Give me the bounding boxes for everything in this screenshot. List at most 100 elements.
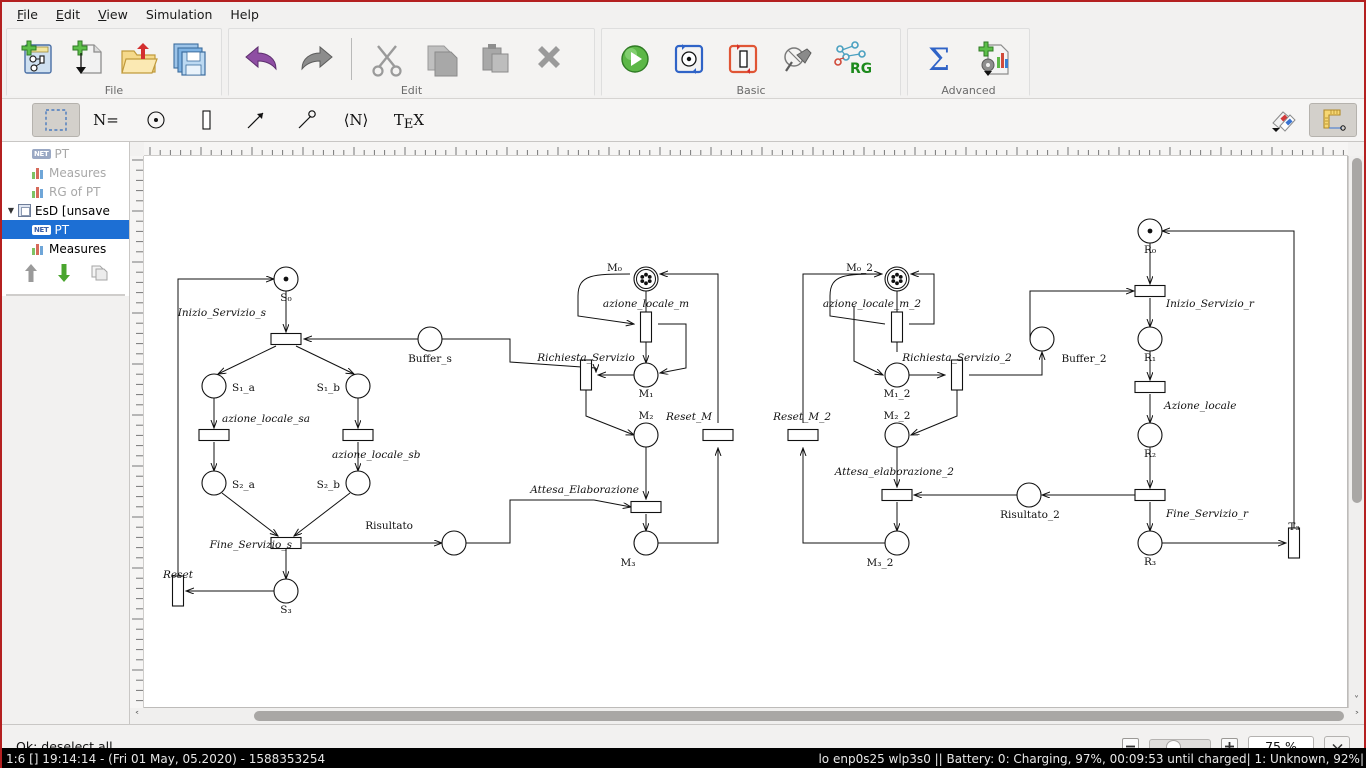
- arc[interactable]: [585, 389, 634, 435]
- place[interactable]: [201, 470, 227, 496]
- vertical-ruler[interactable]: [130, 155, 144, 709]
- transition[interactable]: [890, 311, 904, 343]
- arc[interactable]: [466, 499, 631, 544]
- place[interactable]: [1137, 218, 1163, 244]
- place[interactable]: [633, 422, 659, 448]
- place[interactable]: [884, 422, 910, 448]
- tree-item-rg-of-pt[interactable]: RG of PT: [2, 182, 129, 201]
- place[interactable]: [417, 326, 443, 352]
- arc[interactable]: [221, 492, 278, 536]
- transition[interactable]: [1134, 380, 1166, 393]
- save-button[interactable]: [165, 33, 216, 85]
- transition[interactable]: [1134, 488, 1166, 501]
- place[interactable]: [1137, 530, 1163, 556]
- place[interactable]: [884, 530, 910, 556]
- arc[interactable]: [658, 323, 687, 373]
- transition[interactable]: [881, 488, 913, 501]
- play-button[interactable]: [608, 33, 662, 85]
- canvas-vertical-scrollbar[interactable]: ˅: [1348, 155, 1364, 709]
- transition[interactable]: [342, 428, 374, 441]
- copy-button[interactable]: [414, 33, 468, 85]
- horizontal-scroll-track[interactable]: [144, 709, 1350, 723]
- move-up-button[interactable]: [23, 263, 39, 287]
- reachability-graph-button[interactable]: RG: [824, 33, 878, 85]
- transition-tool[interactable]: [182, 103, 230, 137]
- place[interactable]: [201, 373, 227, 399]
- transition[interactable]: [639, 311, 653, 343]
- place[interactable]: [884, 362, 910, 388]
- delete-button[interactable]: [522, 33, 576, 85]
- tree-item-pt-selected[interactable]: NET PT: [2, 220, 129, 239]
- vertical-scroll-thumb[interactable]: [1352, 157, 1362, 503]
- arc[interactable]: [218, 345, 277, 374]
- menu-help[interactable]: Help: [221, 4, 268, 25]
- place[interactable]: [1137, 326, 1163, 352]
- transition[interactable]: [198, 428, 230, 441]
- ruler-tool[interactable]: [1309, 103, 1357, 137]
- move-down-button[interactable]: [56, 263, 72, 287]
- horizontal-ruler[interactable]: [144, 142, 1348, 156]
- redo-button[interactable]: [289, 33, 343, 85]
- cut-button[interactable]: [360, 33, 414, 85]
- measures-button[interactable]: Σ: [914, 33, 968, 85]
- color-class-tool[interactable]: ⟨N⟩: [332, 103, 380, 137]
- scroll-left-icon[interactable]: ˂: [130, 711, 144, 722]
- arc[interactable]: [294, 492, 351, 536]
- canvas-horizontal-scrollbar[interactable]: ˂ ˃: [130, 708, 1364, 724]
- menu-simulation[interactable]: Simulation: [137, 4, 222, 25]
- transition[interactable]: [579, 359, 593, 391]
- menu-view[interactable]: View: [89, 4, 137, 25]
- new-net-button[interactable]: [13, 33, 64, 85]
- paste-button[interactable]: [468, 33, 522, 85]
- arc[interactable]: [802, 274, 882, 423]
- arc[interactable]: [295, 345, 354, 374]
- transition[interactable]: [630, 500, 662, 513]
- transition[interactable]: [270, 332, 302, 345]
- place[interactable]: [633, 362, 659, 388]
- open-button[interactable]: [114, 33, 165, 85]
- horizontal-scroll-thumb[interactable]: [254, 711, 1344, 722]
- tools-button[interactable]: [770, 33, 824, 85]
- select-tool[interactable]: [32, 103, 80, 137]
- place[interactable]: [633, 266, 659, 292]
- arc[interactable]: [660, 274, 719, 423]
- place[interactable]: [633, 530, 659, 556]
- place[interactable]: [345, 470, 371, 496]
- arc[interactable]: [803, 448, 885, 544]
- color-palette-tool[interactable]: [1259, 103, 1307, 137]
- tree-item-measures-top[interactable]: Measures: [2, 163, 129, 182]
- duplicate-button[interactable]: [90, 264, 108, 286]
- tree-item-esd[interactable]: ▼ EsD [unsave: [2, 201, 129, 220]
- place[interactable]: [884, 266, 910, 292]
- transition-tool-button[interactable]: [716, 33, 770, 85]
- tree-item-pt-top[interactable]: NET PT: [2, 144, 129, 163]
- arc[interactable]: [853, 305, 883, 375]
- scroll-down-icon[interactable]: ˅: [1349, 695, 1364, 706]
- menu-edit[interactable]: Edit: [47, 4, 89, 25]
- petri-net-canvas[interactable]: S₀ S₁_a S₁_b S₂_a S₂_b S₃ Buffer_s Risultato M₀ M…: [144, 155, 1348, 709]
- arc[interactable]: [911, 389, 958, 435]
- new-document-button[interactable]: [64, 33, 115, 85]
- place[interactable]: [1016, 482, 1042, 508]
- scroll-right-icon[interactable]: ˃: [1350, 711, 1364, 722]
- undo-button[interactable]: [235, 33, 289, 85]
- arc-tool[interactable]: [232, 103, 280, 137]
- transition[interactable]: [1134, 284, 1166, 297]
- arc[interactable]: [1162, 231, 1295, 528]
- tex-tool[interactable]: TEX: [382, 103, 436, 137]
- arc[interactable]: [177, 279, 274, 576]
- transition[interactable]: [787, 428, 819, 441]
- tree-item-measures[interactable]: Measures: [2, 239, 129, 258]
- place[interactable]: [441, 530, 467, 556]
- chevron-down-icon[interactable]: ▼: [4, 206, 18, 215]
- new-measure-button[interactable]: [968, 33, 1022, 85]
- menu-file[interactable]: File: [8, 4, 47, 25]
- place[interactable]: [273, 578, 299, 604]
- arc[interactable]: [658, 448, 718, 544]
- place-tool[interactable]: [132, 103, 180, 137]
- marking-tool[interactable]: N=: [82, 103, 130, 137]
- petri-net-drawing[interactable]: S₀ S₁_a S₁_b S₂_a S₂_b S₃ Buffer_s Risultato M₀ M…: [144, 156, 1348, 701]
- inhibitor-arc-tool[interactable]: [282, 103, 330, 137]
- place[interactable]: [345, 373, 371, 399]
- place-tool-button[interactable]: [662, 33, 716, 85]
